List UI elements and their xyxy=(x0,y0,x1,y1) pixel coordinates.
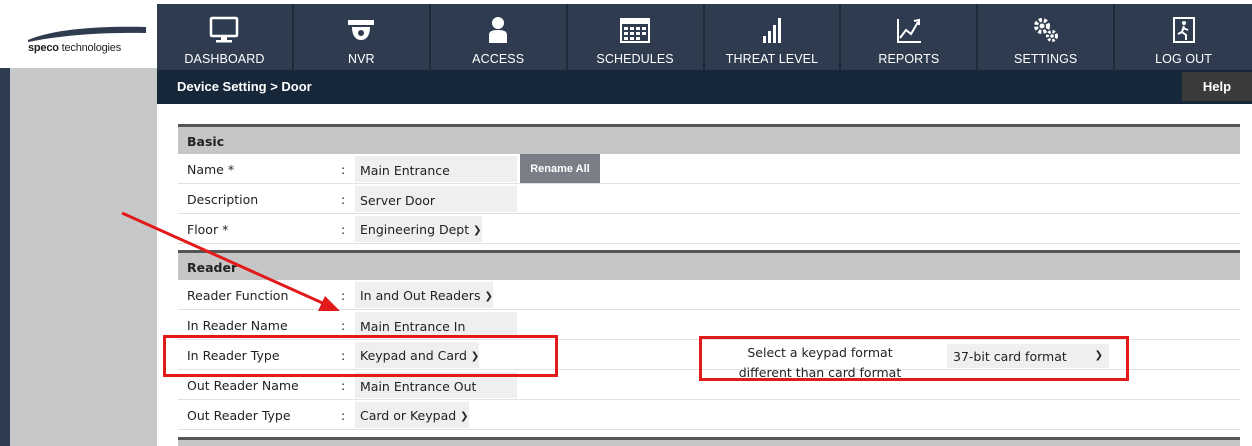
colon: : xyxy=(341,192,346,207)
colon: : xyxy=(341,378,346,393)
rename-all-button[interactable]: Rename All xyxy=(520,154,600,183)
out-reader-type-value: Card or Keypad xyxy=(360,408,457,423)
out-reader-name-label: Out Reader Name xyxy=(187,378,299,393)
reader-function-label: Reader Function xyxy=(187,288,289,303)
name-label: Name * xyxy=(187,162,235,177)
reader-function-value: In and Out Readers xyxy=(360,288,481,303)
brand-name: speco technologies xyxy=(28,42,122,54)
description-label: Description xyxy=(187,192,259,207)
row-name: Name * : Main Entrance Rename All xyxy=(178,154,1240,184)
left-sidebar xyxy=(10,68,157,446)
nav-label: SCHEDULES xyxy=(596,52,674,66)
dome-camera-icon xyxy=(348,20,375,40)
row-out-reader-type: Out Reader Type : Card or Keypad ❯ xyxy=(178,400,1240,430)
report-chart-icon xyxy=(896,18,921,43)
row-reader-function: Reader Function : In and Out Readers ❯ xyxy=(178,280,1240,310)
nav-log-out[interactable]: LOG OUT xyxy=(1115,4,1252,70)
signal-bars-icon xyxy=(762,18,781,43)
nav-threat-level[interactable]: THREAT LEVEL xyxy=(705,4,842,70)
chevron-down-icon: ❯ xyxy=(484,291,493,302)
colon: : xyxy=(341,318,346,333)
nav-label: REPORTS xyxy=(878,52,940,66)
description-field[interactable]: Server Door xyxy=(355,186,517,212)
breadcrumb-bar: Device Setting > Door Help xyxy=(157,70,1252,104)
nav-label: DASHBOARD xyxy=(184,52,265,66)
logo-swoosh-icon xyxy=(28,26,146,42)
name-field[interactable]: Main Entrance xyxy=(355,156,517,182)
user-icon xyxy=(489,17,508,43)
colon: : xyxy=(341,222,346,237)
row-description: Description : Server Door xyxy=(178,184,1240,214)
floor-select-value: Engineering Dept xyxy=(360,222,470,237)
row-floor: Floor * : Engineering Dept ❯ xyxy=(178,214,1240,244)
nav-label: SETTINGS xyxy=(1014,52,1078,66)
nav-label: NVR xyxy=(347,52,375,66)
nav-label: THREAT LEVEL xyxy=(725,52,819,66)
colon: : xyxy=(341,162,346,177)
nav-reports[interactable]: REPORTS xyxy=(841,4,979,70)
section-basic-header: Basic xyxy=(178,124,1240,154)
out-reader-type-select[interactable]: Card or Keypad ❯ xyxy=(355,402,469,428)
nav-label: LOG OUT xyxy=(1155,52,1213,66)
annotation-box-keypad-format xyxy=(699,336,1129,381)
top-nav: DASHBOARD NVR ACCESS SCHEDULES THREAT LE… xyxy=(157,4,1252,70)
nav-settings[interactable]: SETTINGS xyxy=(978,4,1116,70)
monitor-icon xyxy=(210,16,239,43)
breadcrumb: Device Setting > Door xyxy=(177,79,312,94)
brand-logo[interactable]: speco technologies xyxy=(10,4,157,68)
nav-dashboard[interactable]: DASHBOARD xyxy=(157,4,294,70)
nav-nvr[interactable]: NVR xyxy=(294,4,431,70)
reader-function-select[interactable]: In and Out Readers ❯ xyxy=(355,282,493,308)
floor-label: Floor * xyxy=(187,222,229,237)
annotation-box-in-reader-type xyxy=(163,335,558,377)
floor-select[interactable]: Engineering Dept ❯ xyxy=(355,216,482,242)
chevron-down-icon: ❯ xyxy=(473,225,482,236)
section-reader-header: Reader xyxy=(178,250,1240,280)
in-reader-name-label: In Reader Name xyxy=(187,318,288,333)
colon: : xyxy=(341,288,346,303)
calendar-icon xyxy=(620,18,651,43)
exit-door-icon xyxy=(1172,17,1195,43)
nav-access[interactable]: ACCESS xyxy=(431,4,568,70)
nav-schedules[interactable]: SCHEDULES xyxy=(568,4,705,70)
chevron-down-icon: ❯ xyxy=(460,411,469,422)
left-rail xyxy=(0,68,10,446)
section-next-header xyxy=(178,437,1240,446)
nav-label: ACCESS xyxy=(472,52,525,66)
out-reader-type-label: Out Reader Type xyxy=(187,408,291,423)
help-button[interactable]: Help xyxy=(1182,72,1252,101)
colon: : xyxy=(341,408,346,423)
gears-icon xyxy=(1033,18,1058,42)
